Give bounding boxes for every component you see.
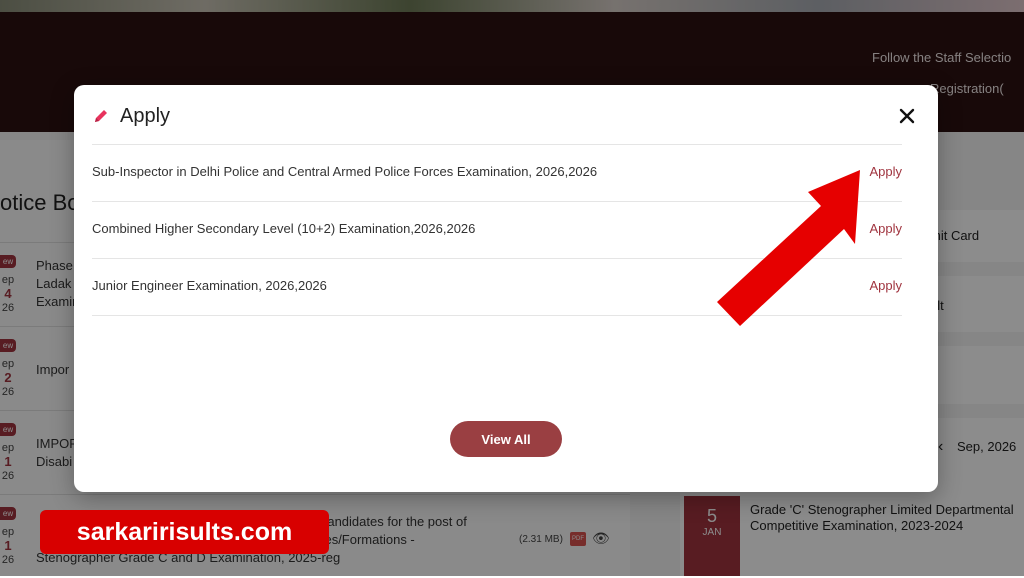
modal-title: Apply — [120, 105, 171, 127]
apply-link[interactable]: Apply — [869, 164, 902, 179]
exam-row: Sub-Inspector in Delhi Police and Centra… — [92, 145, 902, 201]
exam-name: Combined Higher Secondary Level (10+2) E… — [92, 221, 476, 236]
close-icon — [899, 108, 915, 124]
apply-link[interactable]: Apply — [869, 221, 902, 236]
watermark-logo: sarkaririsults.com — [40, 510, 329, 554]
exam-row: Combined Higher Secondary Level (10+2) E… — [92, 202, 902, 258]
apply-link[interactable]: Apply — [869, 278, 902, 293]
exam-row: Junior Engineer Examination, 2026,2026 A… — [92, 259, 902, 315]
modal-header: Apply — [92, 103, 920, 131]
view-all-button[interactable]: View All — [450, 421, 562, 457]
exam-name: Junior Engineer Examination, 2026,2026 — [92, 278, 327, 293]
exam-name: Sub-Inspector in Delhi Police and Centra… — [92, 164, 598, 179]
apply-modal: Apply Sub-Inspector in Delhi Police and … — [74, 85, 938, 492]
close-button[interactable] — [894, 103, 920, 129]
pencil-icon — [95, 110, 107, 122]
